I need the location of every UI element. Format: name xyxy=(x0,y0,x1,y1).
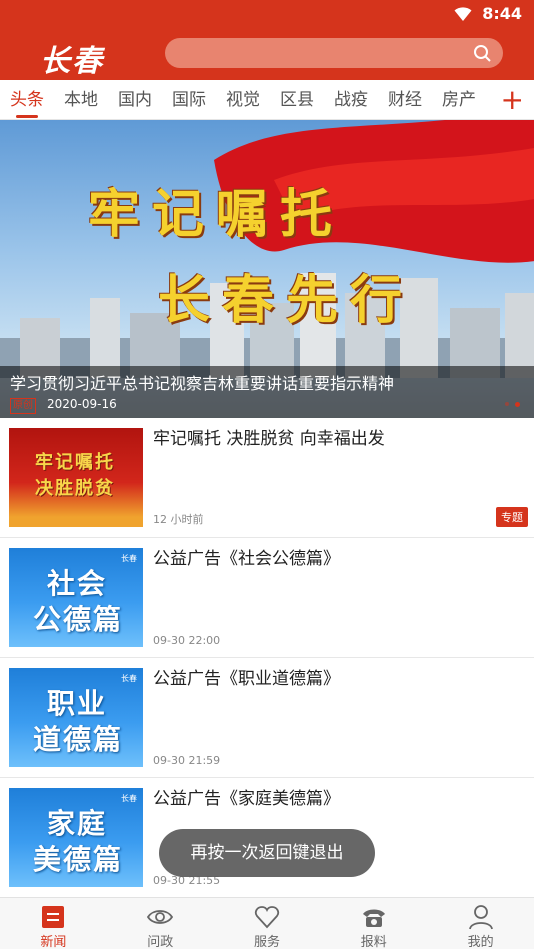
carousel-dot-active xyxy=(515,402,520,407)
carousel-dot xyxy=(505,402,509,406)
nav-label: 报料 xyxy=(360,935,387,949)
news-item[interactable]: 牢记嘱托 决胜脱贫 牢记嘱托 决胜脱贫 向幸福出发 12 小时前 专题 xyxy=(0,418,534,538)
add-channel-button[interactable]: + xyxy=(501,86,524,114)
news-title[interactable]: 公益广告《家庭美德篇》 xyxy=(153,784,340,809)
thumb-text-2: 美德篇 xyxy=(33,843,124,876)
user-icon xyxy=(468,905,493,930)
news-title[interactable]: 牢记嘱托 决胜脱贫 向幸福出发 xyxy=(153,424,385,449)
nav-label: 我的 xyxy=(467,935,494,949)
status-bar: 8:44 xyxy=(0,0,534,28)
search-input[interactable] xyxy=(165,38,503,68)
tab-shijue[interactable]: 视觉 xyxy=(216,80,270,120)
thumb-corner-logo: 长春 xyxy=(121,794,137,803)
tab-fangchan[interactable]: 房产 xyxy=(432,80,486,120)
news-time: 12 小时前 xyxy=(153,513,204,526)
status-time: 8:44 xyxy=(482,4,522,23)
app-logo: 长春 xyxy=(40,44,104,79)
tab-guonei[interactable]: 国内 xyxy=(108,80,162,120)
banner-caption: 学习贯彻习近平总书记视察吉林重要讲话重要指示精神 原创 2020-09-16 xyxy=(0,366,534,418)
tab-quxian[interactable]: 区县 xyxy=(270,80,324,120)
news-icon xyxy=(42,906,65,928)
tab-caijing[interactable]: 财经 xyxy=(378,80,432,120)
nav-label: 问政 xyxy=(147,935,174,949)
original-badge: 原创 xyxy=(10,398,36,414)
news-item[interactable]: 长春 社会 公德篇 公益广告《社会公德篇》 09-30 22:00 xyxy=(0,538,534,658)
thumb-text-1: 社会 xyxy=(47,567,108,600)
news-thumbnail: 长春 家庭 美德篇 xyxy=(9,788,143,887)
tab-bendi[interactable]: 本地 xyxy=(54,80,108,120)
banner-headline-2: 长春先行 xyxy=(158,270,415,331)
eye-icon xyxy=(147,910,174,924)
top-header: 8:44 长春 xyxy=(0,0,534,80)
thumb-text-2: 道德篇 xyxy=(33,723,124,756)
news-title[interactable]: 公益广告《职业道德篇》 xyxy=(153,664,340,689)
thumb-corner-logo: 长春 xyxy=(121,674,137,683)
nav-report[interactable]: 报料 xyxy=(320,898,427,949)
thumb-text-2: 公德篇 xyxy=(33,603,124,636)
news-time: 09-30 22:00 xyxy=(153,634,221,647)
news-time: 09-30 21:59 xyxy=(153,754,221,767)
thumb-text-1: 家庭 xyxy=(47,807,108,840)
thumb-text-1: 牢记嘱托 xyxy=(35,452,115,473)
nav-label: 新闻 xyxy=(40,935,67,949)
thumb-text-2: 决胜脱贫 xyxy=(35,478,115,499)
phone-icon xyxy=(362,909,385,927)
exit-toast: 再按一次返回键退出 xyxy=(159,829,375,877)
wifi-icon xyxy=(454,6,472,21)
nav-mine[interactable]: 我的 xyxy=(427,898,534,949)
nav-news[interactable]: 新闻 xyxy=(0,898,107,949)
news-item[interactable]: 长春 职业 道德篇 公益广告《职业道德篇》 09-30 21:59 xyxy=(0,658,534,778)
banner-carousel[interactable]: 牢记嘱托 长春先行 学习贯彻习近平总书记视察吉林重要讲话重要指示精神 原创 20… xyxy=(0,120,534,418)
banner-date: 2020-09-16 xyxy=(47,397,117,411)
banner-title[interactable]: 学习贯彻习近平总书记视察吉林重要讲话重要指示精神 xyxy=(10,370,394,394)
nav-label: 服务 xyxy=(253,935,280,949)
carousel-indicator xyxy=(505,402,520,407)
nav-service[interactable]: 服务 xyxy=(214,898,321,949)
status-right: 8:44 xyxy=(454,4,522,23)
search-icon[interactable] xyxy=(473,44,491,62)
nav-wenzheng[interactable]: 问政 xyxy=(107,898,214,949)
banner-headline-1: 牢记嘱托 xyxy=(88,184,345,245)
thumb-corner-logo: 长春 xyxy=(121,554,137,563)
news-thumbnail: 长春 职业 道德篇 xyxy=(9,668,143,767)
news-thumbnail: 长春 社会 公德篇 xyxy=(9,548,143,647)
news-title[interactable]: 公益广告《社会公德篇》 xyxy=(153,544,340,569)
tab-zhanyi[interactable]: 战疫 xyxy=(324,80,378,120)
topic-badge: 专题 xyxy=(496,507,528,527)
tab-guoji[interactable]: 国际 xyxy=(162,80,216,120)
tab-toutiao[interactable]: 头条 xyxy=(0,80,54,120)
bottom-navigation: 新闻 问政 服务 报料 我的 xyxy=(0,897,534,949)
channel-tabs: 头条 本地 国内 国际 视觉 区县 战疫 财经 房产 + xyxy=(0,80,534,120)
app-root: 8:44 长春 头条 本地 国内 国际 视觉 区县 战疫 财经 房产 + 牢记嘱… xyxy=(0,0,534,949)
thumb-text-1: 职业 xyxy=(47,687,108,720)
heart-icon xyxy=(254,906,280,929)
news-thumbnail: 牢记嘱托 决胜脱贫 xyxy=(9,428,143,527)
